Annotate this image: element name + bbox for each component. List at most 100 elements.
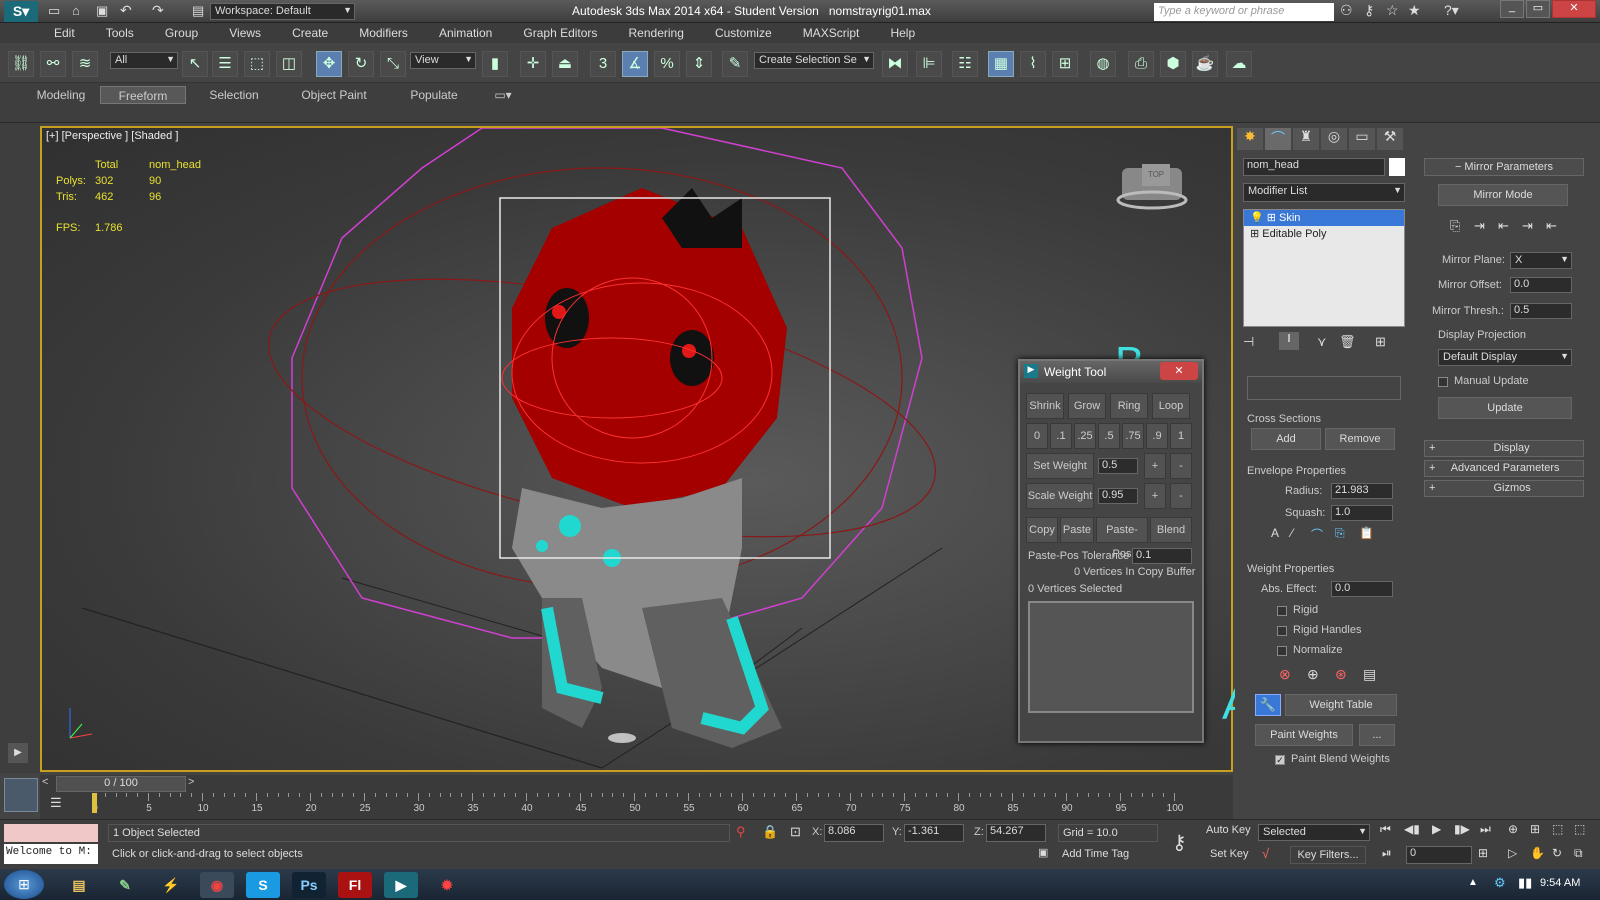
mirror-thresh-spinner[interactable]: 0.5: [1510, 303, 1572, 319]
edit-named-sel-icon[interactable]: ✎: [722, 51, 748, 77]
y-coord-field[interactable]: -1.361: [904, 824, 964, 842]
explorer-taskbar-icon[interactable]: ▤: [62, 872, 96, 898]
maxscript-listener-red[interactable]: [4, 824, 98, 842]
material-editor-icon[interactable]: ◍: [1090, 51, 1116, 77]
make-unique-icon[interactable]: ⋎: [1317, 334, 1327, 350]
rigid-checkbox[interactable]: [1277, 606, 1287, 616]
zoom-icon[interactable]: ⊕: [1508, 822, 1518, 836]
start-button[interactable]: ⊞: [4, 870, 44, 899]
tab-freeform[interactable]: Freeform: [100, 86, 186, 104]
weight-tool-wrench-icon[interactable]: 🔧: [1255, 694, 1281, 716]
x-coord-field[interactable]: 8.086: [824, 824, 884, 842]
blend-button[interactable]: Blend: [1150, 517, 1192, 543]
weight-0-button[interactable]: 0: [1026, 423, 1048, 449]
mirror-paste-blue-icon[interactable]: ⇤: [1498, 218, 1509, 234]
normalize-checkbox[interactable]: [1277, 646, 1287, 656]
envelope-absolute-icon[interactable]: A: [1271, 526, 1279, 540]
paint-blend-checkbox[interactable]: ✓: [1275, 755, 1285, 765]
ribbon-options-icon[interactable]: ▭▾: [488, 86, 518, 104]
move-icon[interactable]: ✥: [316, 51, 342, 77]
prev-key-icon[interactable]: ◀▮: [1404, 822, 1420, 836]
play-arrow-icon[interactable]: ▶: [8, 743, 28, 763]
zoom-extents-all-icon[interactable]: ⬚: [1574, 822, 1585, 836]
isolate-icon[interactable]: ⚲: [736, 824, 746, 840]
object-name-field[interactable]: nom_head: [1243, 158, 1385, 176]
close-button[interactable]: ✕: [1552, 0, 1596, 18]
time-tag-icon[interactable]: ▣: [1038, 846, 1048, 859]
paste-pos-button[interactable]: Paste-Pos: [1096, 517, 1148, 560]
weight-1-button[interactable]: 1: [1170, 423, 1192, 449]
schematic-view-icon[interactable]: ⊞: [1052, 51, 1078, 77]
scroll-field[interactable]: [1247, 376, 1401, 400]
tab-object-paint[interactable]: Object Paint: [286, 86, 382, 104]
menu-modifiers[interactable]: Modifiers: [345, 23, 422, 40]
update-button[interactable]: Update: [1438, 397, 1572, 419]
selection-lock-icon[interactable]: 🔒: [762, 824, 778, 840]
go-to-start-icon[interactable]: ⏮: [1380, 822, 1391, 837]
set-weight-plus-button[interactable]: +: [1144, 453, 1166, 479]
angle-snap-icon[interactable]: ∡: [622, 51, 648, 77]
menu-edit[interactable]: Edit: [40, 23, 89, 40]
grow-button[interactable]: Grow: [1068, 393, 1106, 419]
flash-taskbar-icon[interactable]: Fl: [338, 872, 372, 898]
menu-group[interactable]: Group: [151, 23, 212, 40]
scale-weight-spinner[interactable]: 0.95: [1098, 488, 1138, 504]
maximize-button[interactable]: ▭: [1526, 0, 1550, 18]
utilities-tab-icon[interactable]: ⚒: [1377, 128, 1403, 150]
select-by-name-icon[interactable]: ☰: [212, 51, 238, 77]
app-logo-icon[interactable]: S▾: [4, 1, 38, 22]
workspace-dropdown[interactable]: Workspace: Default ▼: [210, 3, 355, 20]
binoculars-icon[interactable]: ⚇: [1340, 2, 1353, 19]
keyboard-shortcut-icon[interactable]: ⏏: [552, 51, 578, 77]
chrome-taskbar-icon[interactable]: ◉: [200, 872, 234, 898]
display-rollout-header[interactable]: + Display: [1424, 440, 1584, 457]
redo-icon[interactable]: ↷: [152, 2, 164, 19]
favorite-icon[interactable]: ★: [1408, 2, 1421, 19]
paint-weights-button[interactable]: Paint Weights: [1255, 724, 1353, 746]
menu-tools[interactable]: Tools: [92, 23, 148, 40]
pin-stack-icon[interactable]: ⊣: [1243, 334, 1254, 350]
scene-explorer-icon[interactable]: ▦: [988, 51, 1014, 77]
mirror-mode-button[interactable]: Mirror Mode: [1438, 184, 1568, 206]
weight-025-button[interactable]: .25: [1074, 423, 1096, 449]
weight-tool-titlebar[interactable]: ▶ Weight Tool ✕: [1020, 361, 1202, 383]
paste-button[interactable]: Paste: [1060, 517, 1094, 543]
menu-create[interactable]: Create: [278, 23, 342, 40]
rendered-frame-icon[interactable]: ⬢: [1160, 51, 1186, 77]
scale-weight-button[interactable]: Scale Weight: [1026, 483, 1094, 509]
help-icon[interactable]: ?▾: [1444, 2, 1459, 19]
copy-envelope-icon[interactable]: ⎘: [1335, 526, 1345, 541]
maxscript-listener[interactable]: Welcome to M:: [4, 844, 98, 864]
fov-icon[interactable]: ▷: [1508, 846, 1517, 860]
motion-tab-icon[interactable]: ◎: [1321, 128, 1347, 150]
spinner-snap-icon[interactable]: ⇕: [686, 51, 712, 77]
rect-selection-icon[interactable]: ⬚: [244, 51, 270, 77]
selection-filter-dropdown[interactable]: All ▼: [110, 52, 178, 69]
weight-05-button[interactable]: .5: [1098, 423, 1120, 449]
menu-animation[interactable]: Animation: [425, 23, 506, 40]
new-file-icon[interactable]: ▭: [48, 3, 60, 19]
pivot-icon[interactable]: ▮: [482, 51, 508, 77]
squash-spinner[interactable]: 1.0: [1331, 505, 1393, 521]
select-excluded-icon[interactable]: ⊛: [1335, 666, 1347, 683]
volume-icon[interactable]: ▮▮: [1518, 875, 1532, 891]
stack-item-editable-poly[interactable]: ⊞ Editable Poly: [1244, 226, 1404, 242]
menu-customize[interactable]: Customize: [701, 23, 786, 40]
manipulate-icon[interactable]: ✛: [520, 51, 546, 77]
minimize-button[interactable]: _: [1500, 0, 1524, 18]
render-setup-icon[interactable]: ⎙: [1128, 51, 1154, 77]
viewport-label[interactable]: [+] [Perspective ] [Shaded ]: [46, 130, 178, 142]
project-icon[interactable]: ▤: [192, 3, 204, 19]
envelope-visible-icon[interactable]: ⁄: [1291, 526, 1293, 540]
align-icon[interactable]: ⊫: [916, 51, 942, 77]
mirror-paste-green-icon[interactable]: ⇥: [1474, 218, 1485, 234]
remove-modifier-icon[interactable]: 🗑: [1339, 334, 1356, 350]
rotate-icon[interactable]: ↻: [348, 51, 374, 77]
paste-pos-tolerance-spinner[interactable]: 0.1: [1132, 548, 1192, 564]
render-iterative-icon[interactable]: ☁: [1226, 51, 1252, 77]
mirror-paste-icon[interactable]: ⎘: [1450, 218, 1460, 234]
search-input[interactable]: Type a keyword or phrase: [1154, 3, 1334, 21]
stack-item-skin[interactable]: 💡 ⊞ Skin: [1244, 210, 1404, 226]
tray-arrow-icon[interactable]: ▲: [1468, 877, 1478, 888]
set-key-icon[interactable]: ⚷: [1172, 830, 1187, 855]
